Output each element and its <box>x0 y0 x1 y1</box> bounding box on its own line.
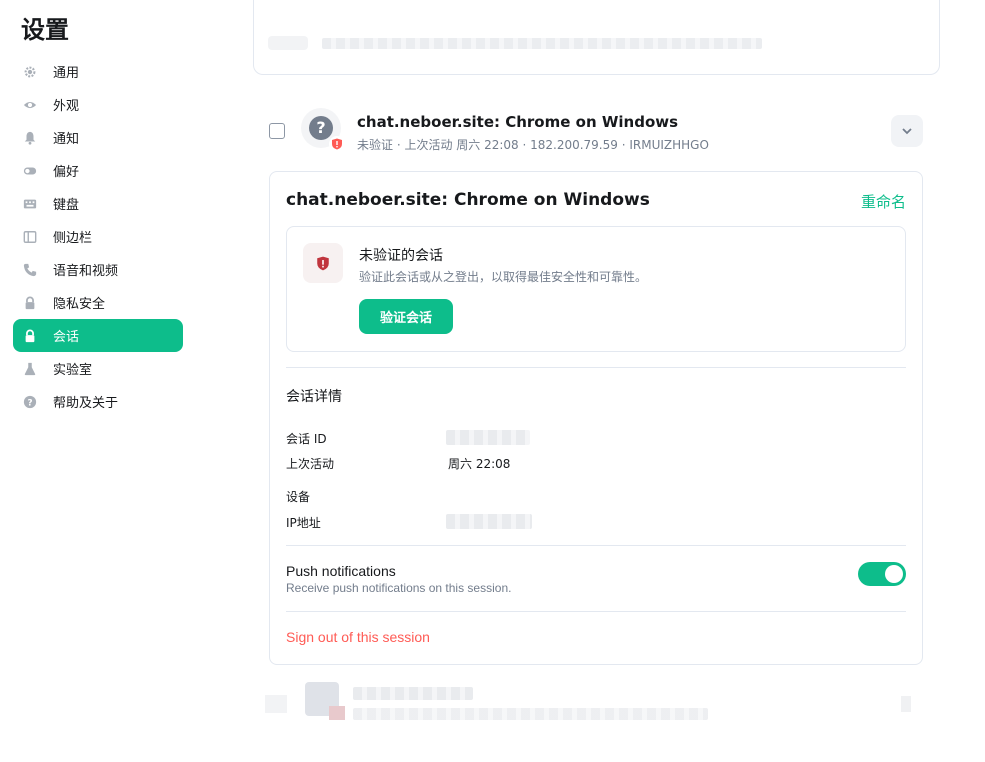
redacted-meta <box>353 708 708 720</box>
redacted-title <box>353 687 473 700</box>
session-id-label: 会话 ID <box>286 432 327 446</box>
nav-item-keyboard[interactable]: 键盘 <box>13 187 183 220</box>
warning-description: 验证此会话或从之登出，以取得最佳安全性和可靠性。 <box>359 270 648 284</box>
nav-item-voice-video[interactable]: 语音和视频 <box>13 253 183 286</box>
nav-item-label: 通知 <box>53 132 80 147</box>
shield-warning-icon <box>303 243 343 283</box>
nav-item-label: 偏好 <box>53 165 80 180</box>
bell-icon <box>23 131 37 145</box>
session-select-checkbox[interactable] <box>269 123 285 139</box>
toggle-icon <box>23 164 37 178</box>
nav-item-notifications[interactable]: 通知 <box>13 121 183 154</box>
previous-session-card <box>253 0 940 75</box>
collapse-button[interactable] <box>891 115 923 147</box>
verify-session-button[interactable]: 验证会话 <box>359 299 453 334</box>
nav-item-label: 语音和视频 <box>53 264 119 279</box>
sessions-panel: ? chat.neboer.site: Chrome on Windows 未验… <box>200 0 985 762</box>
divider <box>286 611 906 612</box>
nav-item-label: 帮助及关于 <box>53 396 119 411</box>
settings-title: 设置 <box>21 16 69 44</box>
sign-out-session-link[interactable]: Sign out of this session <box>286 629 430 645</box>
session-header[interactable]: ? chat.neboer.site: Chrome on Windows 未验… <box>269 106 923 152</box>
nav-item-label: 隐私安全 <box>53 297 106 312</box>
push-notifications-description: Receive push notifications on this sessi… <box>286 581 512 595</box>
push-notifications-toggle[interactable] <box>858 562 906 586</box>
nav-item-label: 通用 <box>53 66 80 81</box>
nav-item-label: 外观 <box>53 99 80 114</box>
push-notifications-title: Push notifications <box>286 563 396 579</box>
gear-icon <box>23 65 37 79</box>
chevron-down-icon <box>902 128 912 135</box>
nav-item-label: 键盘 <box>53 198 80 213</box>
phone-icon <box>23 263 37 277</box>
shield-warning-icon <box>329 136 345 152</box>
settings-nav: 通用 外观 通知 偏好 键盘 侧边栏 语音和视频 隐私安全 会话 实验室 ? 帮… <box>13 55 183 418</box>
unverified-warning: 未验证的会话 验证此会话或从之登出，以取得最佳安全性和可靠性。 验证会话 <box>286 226 906 352</box>
nav-item-sessions[interactable]: 会话 <box>13 319 183 352</box>
lock-icon <box>23 296 37 310</box>
unknown-device-icon: ? <box>309 116 333 140</box>
nav-item-help[interactable]: ? 帮助及关于 <box>13 385 183 418</box>
warning-title: 未验证的会话 <box>359 248 443 264</box>
keyboard-icon <box>23 197 37 211</box>
help-icon: ? <box>23 395 37 409</box>
session-details-card: chat.neboer.site: Chrome on Windows 重命名 … <box>269 171 923 665</box>
nav-item-sidebar[interactable]: 侧边栏 <box>13 220 183 253</box>
redacted-chevron <box>901 696 911 712</box>
nav-item-label: 侧边栏 <box>53 231 93 246</box>
redacted-icon <box>268 36 308 50</box>
session-id-value <box>446 430 530 445</box>
next-session-row[interactable] <box>265 680 925 730</box>
device-label: 设备 <box>286 490 311 504</box>
redacted-text <box>322 38 762 49</box>
redacted-checkbox <box>265 695 287 713</box>
nav-item-labs[interactable]: 实验室 <box>13 352 183 385</box>
settings-sidebar: 设置 通用 外观 通知 偏好 键盘 侧边栏 语音和视频 隐私安全 会话 实验室 … <box>0 0 200 762</box>
section-title: 会话详情 <box>286 389 342 405</box>
svg-text:?: ? <box>27 398 32 408</box>
nav-item-privacy[interactable]: 隐私安全 <box>13 286 183 319</box>
session-meta: 未验证 · 上次活动 周六 22:08 · 182.200.79.59 · IR… <box>357 138 709 152</box>
session-title: chat.neboer.site: Chrome on Windows <box>357 113 679 131</box>
last-activity-label: 上次活动 <box>286 457 335 471</box>
redacted-badge <box>329 706 345 720</box>
details-title: chat.neboer.site: Chrome on Windows <box>286 190 650 210</box>
ip-label: IP地址 <box>286 516 321 530</box>
last-activity-value: 周六 22:08 <box>448 457 511 471</box>
nav-item-appearance[interactable]: 外观 <box>13 88 183 121</box>
nav-item-label: 会话 <box>53 330 80 345</box>
sidebar-icon <box>23 230 37 244</box>
device-icon: ? <box>301 108 345 152</box>
rename-button[interactable]: 重命名 <box>861 191 906 212</box>
lock-icon <box>23 329 37 343</box>
ip-value <box>446 514 532 529</box>
divider <box>286 545 906 546</box>
nav-item-label: 实验室 <box>53 363 93 378</box>
nav-item-preferences[interactable]: 偏好 <box>13 154 183 187</box>
eye-icon <box>23 98 37 112</box>
nav-item-general[interactable]: 通用 <box>13 55 183 88</box>
flask-icon <box>23 362 37 376</box>
divider <box>286 367 906 368</box>
toggle-knob <box>885 565 903 583</box>
